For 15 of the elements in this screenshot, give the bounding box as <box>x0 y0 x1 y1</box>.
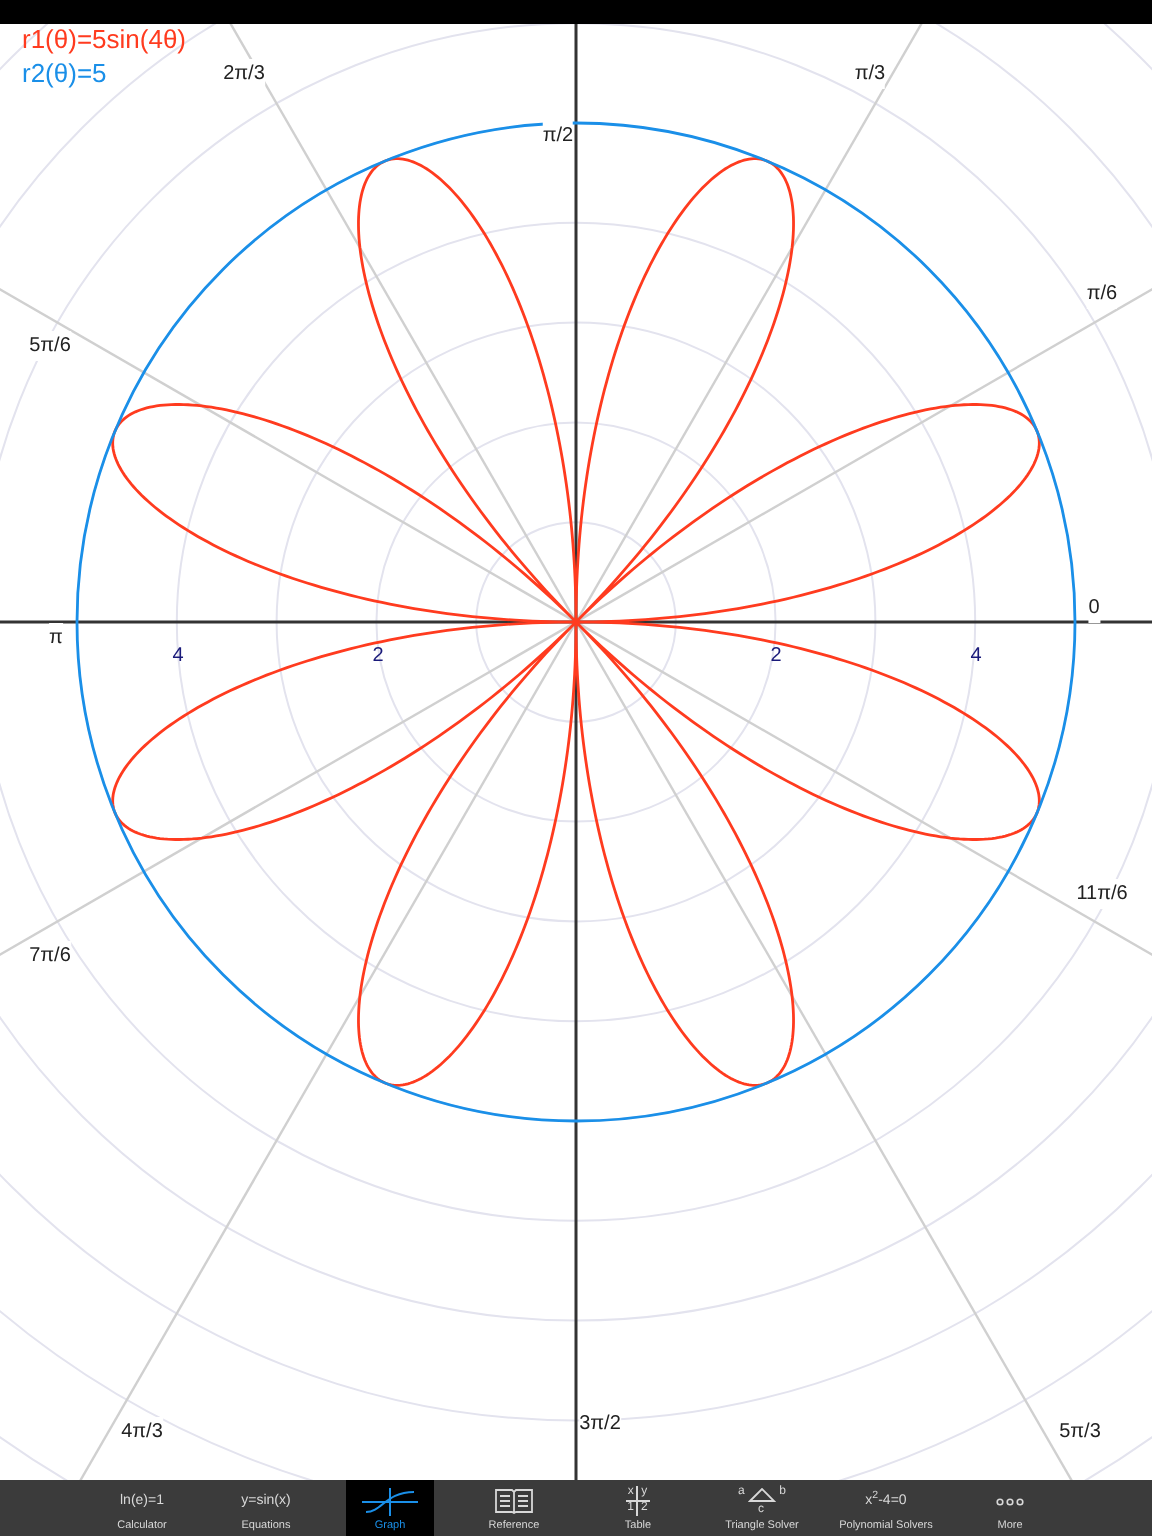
angle-label: π/3 <box>854 59 886 89</box>
angle-label: 11π/6 <box>1076 879 1128 909</box>
graph-icon <box>362 1487 418 1515</box>
equation-label: r1(θ)=5sin(4θ) <box>22 24 187 56</box>
angle-label: 0 <box>1088 593 1100 623</box>
book-icon <box>494 1488 534 1514</box>
radius-label: 4 <box>172 643 184 671</box>
radius-label: 2 <box>372 643 384 671</box>
radius-label: 2 <box>770 643 782 671</box>
equation-label: r2(θ)=5 <box>22 56 109 90</box>
angle-label: π/6 <box>1086 279 1118 309</box>
more-dots-icon <box>996 1497 1024 1505</box>
radius-label: 4 <box>970 643 982 671</box>
angle-label: 5π/6 <box>29 331 71 361</box>
angle-label: 2π/3 <box>223 59 265 89</box>
